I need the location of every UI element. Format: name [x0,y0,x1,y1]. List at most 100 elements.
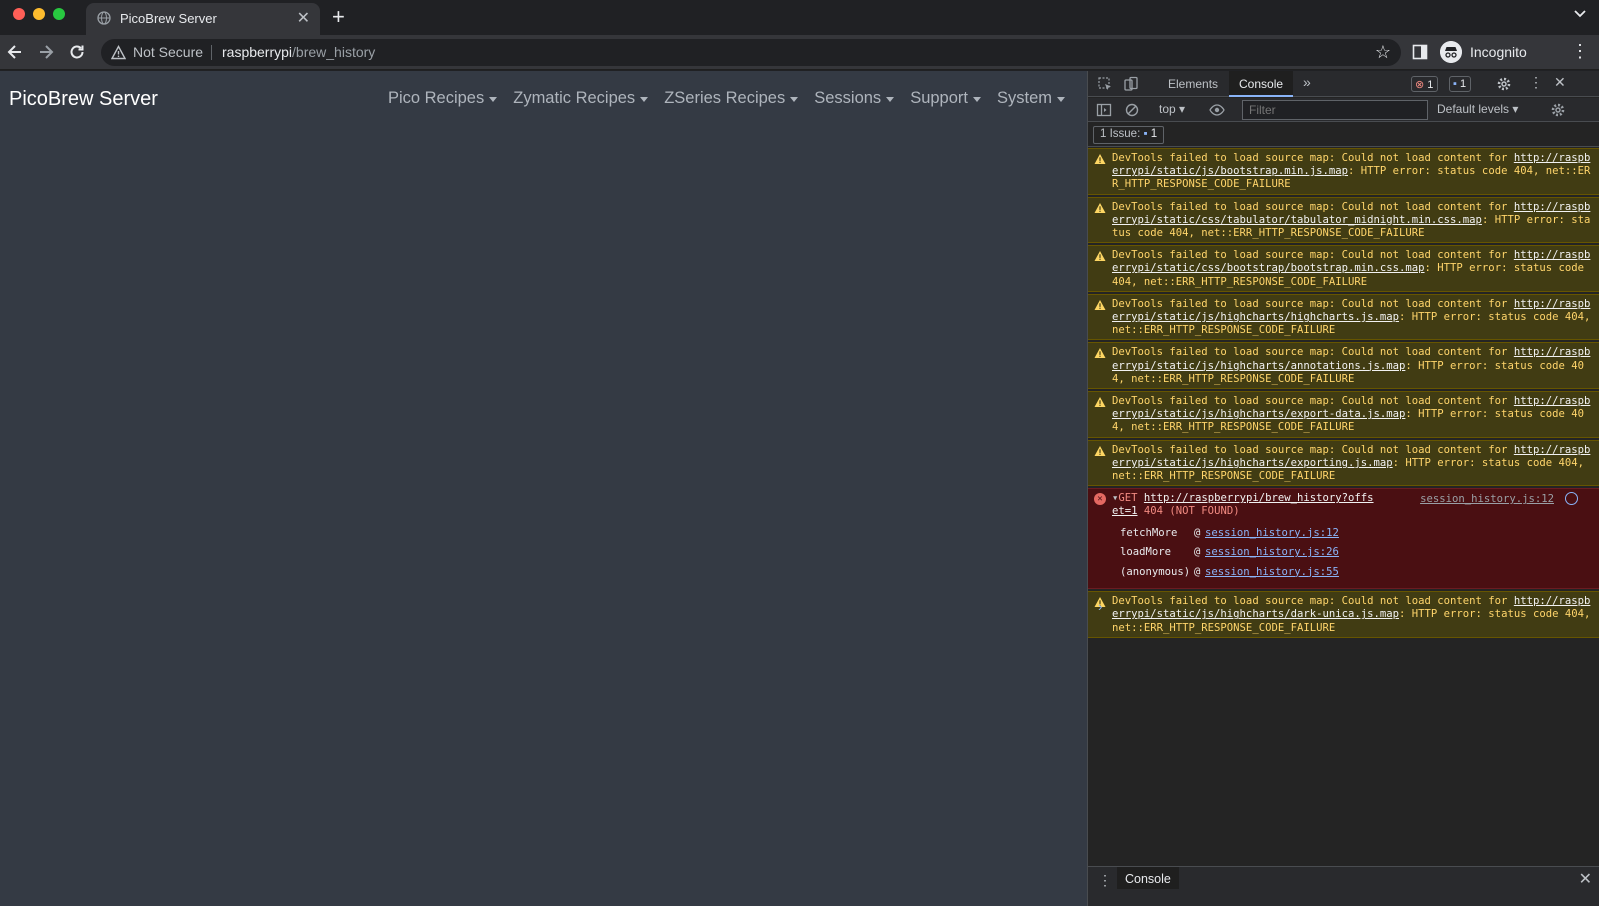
chevron-down-icon[interactable] [1573,7,1587,21]
close-window-button[interactable] [13,8,25,20]
error-status: 404 (NOT FOUND) [1143,505,1240,518]
console-messages: DevTools failed to load source map: Coul… [1088,148,1599,640]
address-bar[interactable]: Not Secure raspberrypi/brew_history ☆ [101,39,1401,66]
kebab-menu-icon[interactable]: ⋮ [1571,41,1589,62]
error-source-link[interactable]: session_history.js:12 [1420,493,1554,506]
eye-icon[interactable] [1209,102,1225,118]
console-warning[interactable]: DevTools failed to load source map: Coul… [1088,245,1599,292]
nav-label: ZSeries Recipes [664,89,786,107]
error-x-icon: ⊗ [1415,79,1425,91]
kebab-menu-icon[interactable]: ⋮ [1529,71,1543,97]
nav-zseries-recipes[interactable]: ZSeries Recipes [664,89,799,108]
network-request-icon[interactable] [1565,492,1578,506]
stack-trace: fetchMore @ session_history.js:12 loadMore… [1112,524,1594,583]
nav-sessions[interactable]: Sessions [814,89,895,108]
console-prompt[interactable]: › [1098,599,1102,614]
drawer-tab-console[interactable]: Console [1117,867,1179,889]
issues-button[interactable]: 1 Issue: ▪ 1 [1093,126,1165,144]
message-icon: ▪ [1453,78,1457,90]
navbar-brand[interactable]: PicoBrew Server [9,88,158,111]
warning-text: DevTools failed to load source map: Coul… [1112,152,1508,164]
issues-bar: 1 Issue: ▪ 1 [1088,123,1599,147]
caret-down-icon [886,96,895,102]
tab-close-icon[interactable]: ✕ [297,8,310,28]
reload-icon[interactable] [67,42,87,62]
more-tabs-icon[interactable]: » [1303,71,1311,97]
frame-location-link[interactable]: session_history.js:55 [1205,566,1339,579]
warning-triangle-icon [1094,397,1106,408]
warning-text: DevTools failed to load source map: Coul… [1112,443,1508,456]
console-error[interactable]: ✕ ▾GET http://raspberrypi/brew_history?o… [1088,488,1599,590]
console-warning[interactable]: DevTools failed to load source map: Coul… [1088,293,1599,341]
sidebar-toggle-icon[interactable] [1096,102,1112,118]
close-devtools-icon[interactable]: ✕ [1554,71,1566,97]
frame-function: (anonymous) [1120,565,1191,578]
console-warning[interactable]: DevTools failed to load source map: Coul… [1088,148,1599,195]
nav-label: Sessions [814,89,882,107]
console-warning[interactable]: DevTools failed to load source map: Coul… [1088,439,1599,487]
error-count: 1 [1427,79,1434,91]
maximize-window-button[interactable] [53,8,65,20]
log-levels-dropdown[interactable]: Default levels ▾ [1437,102,1518,116]
error-headline: ▾GET http://raspberrypi/brew_history?off… [1112,492,1374,518]
side-panel-icon[interactable] [1412,44,1428,60]
error-x-icon: ✕ [1094,493,1106,506]
warning-text: DevTools failed to load source map: Coul… [1112,249,1508,262]
url-host: raspberrypi [222,44,293,60]
message-count-badge[interactable]: ▪ 1 [1449,76,1472,92]
caret-down-icon [640,96,649,102]
nav-label: System [996,89,1052,107]
clear-console-icon[interactable] [1124,102,1140,118]
device-toolbar-icon[interactable] [1123,76,1139,92]
warning-triangle-icon [1094,251,1106,262]
security-label[interactable]: Not Secure [133,44,203,60]
console-settings-gear-icon[interactable] [1550,102,1566,118]
levels-label: Default levels [1437,102,1510,116]
bookmark-star-icon[interactable]: ☆ [1375,42,1391,63]
stack-frame: fetchMore @ session_history.js:12 [1120,524,1594,544]
incognito-label[interactable]: Incognito [1470,44,1527,60]
tab-elements[interactable]: Elements [1168,71,1218,97]
warning-text: DevTools failed to load source map: Coul… [1112,346,1508,359]
url-text[interactable]: raspberrypi/brew_history [222,44,375,60]
settings-gear-icon[interactable] [1496,76,1512,92]
minimize-window-button[interactable] [33,8,45,20]
console-filter-input[interactable] [1242,100,1428,120]
console-warning[interactable]: DevTools failed to load source map: Coul… [1088,591,1599,638]
incognito-icon[interactable] [1440,41,1462,63]
warning-text: DevTools failed to load source map: Coul… [1112,395,1508,408]
issues-label: 1 Issue: [1100,128,1141,140]
warning-text: DevTools failed to load source map: Coul… [1112,297,1508,310]
new-tab-button[interactable]: + [332,4,345,30]
inspect-element-icon[interactable] [1097,76,1113,92]
frame-location-link[interactable]: session_history.js:12 [1205,527,1339,540]
forward-arrow-icon[interactable] [36,42,56,62]
nav-support[interactable]: Support [910,89,981,108]
stack-frame: loadMore @ session_history.js:26 [1120,543,1594,563]
nav-system[interactable]: System [997,89,1065,108]
drawer-close-icon[interactable]: ✕ [1579,869,1592,889]
error-count-badge[interactable]: ⊗ 1 [1411,76,1439,92]
frame-function: loadMore [1120,546,1172,559]
warning-triangle-icon [1094,445,1106,456]
nav-label: Zymatic Recipes [513,89,636,107]
caret-down-icon [489,96,498,102]
browser-toolbar: Not Secure raspberrypi/brew_history ☆ In… [0,35,1599,70]
nav-pico-recipes[interactable]: Pico Recipes [388,89,498,108]
console-warning[interactable]: DevTools failed to load source map: Coul… [1088,196,1599,244]
drawer-menu-icon[interactable]: ⋮ [1098,872,1112,889]
context-selector[interactable]: top ▾ [1159,102,1185,116]
back-arrow-icon[interactable] [5,42,25,62]
warning-text: DevTools failed to load source map: Coul… [1112,595,1508,608]
console-warning[interactable]: DevTools failed to load source map: Coul… [1088,391,1599,438]
browser-tab[interactable]: PicoBrew Server ✕ [86,3,320,35]
frame-location-link[interactable]: session_history.js:26 [1205,546,1339,559]
frame-at: @ [1194,565,1201,578]
tab-console[interactable]: Console [1229,71,1294,97]
nav-zymatic-recipes[interactable]: Zymatic Recipes [513,89,649,108]
navbar-menu: Pico Recipes Zymatic Recipes ZSeries Rec… [388,89,1065,108]
warning-triangle-icon [1094,154,1106,164]
console-warning[interactable]: DevTools failed to load source map: Coul… [1088,342,1599,390]
stack-frame: (anonymous) @ session_history.js:55 [1120,563,1594,583]
message-icon: ▪ [1143,128,1148,140]
